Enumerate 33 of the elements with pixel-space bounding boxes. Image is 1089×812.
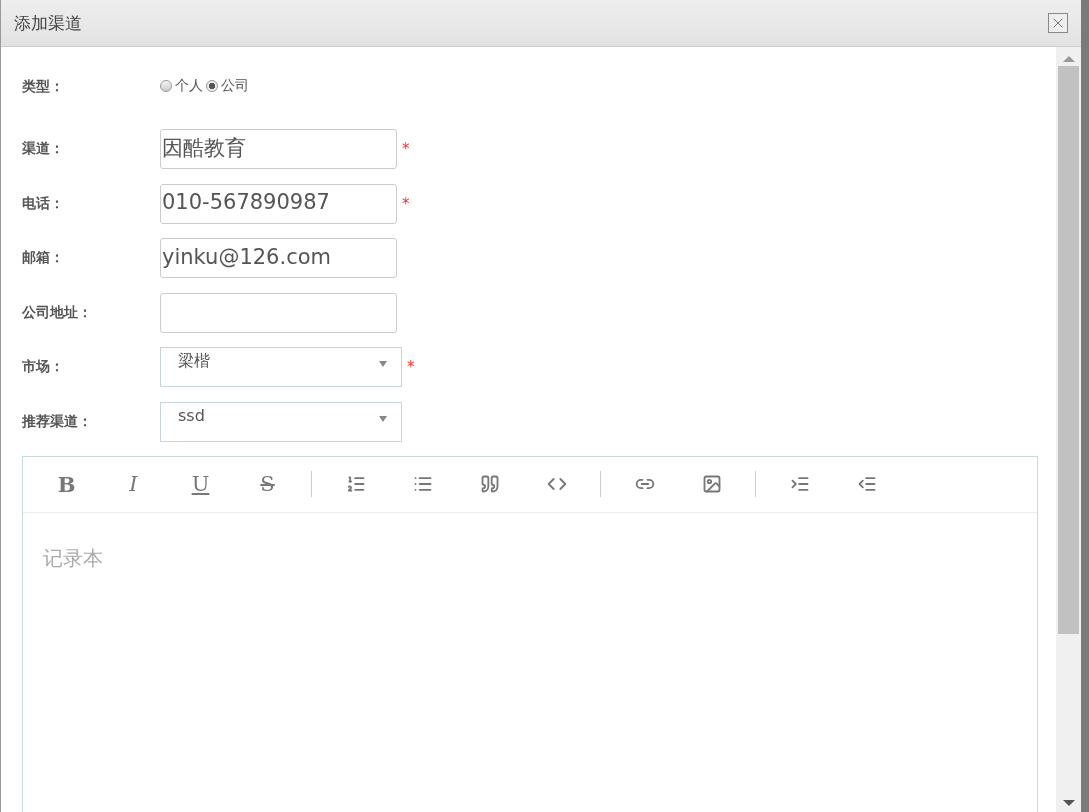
input-field[interactable]: 010-567890987: [160, 183, 397, 224]
strike-button[interactable]: S: [244, 469, 291, 500]
radio-label: 公司: [221, 77, 249, 95]
scrollbar[interactable]: [1056, 47, 1081, 812]
underline-button[interactable]: U: [177, 469, 224, 500]
ordered-list-icon: [345, 474, 366, 495]
image-icon: [701, 474, 722, 495]
field-label: 渠道：: [22, 140, 65, 158]
field-label: 电话：: [22, 194, 65, 213]
quote-icon: [479, 474, 500, 495]
field-label: 邮箱：: [22, 249, 65, 268]
input-field[interactable]: 因酷教育: [160, 129, 397, 169]
required-mark: *: [402, 194, 410, 213]
input-field[interactable]: yinku@126.com: [160, 238, 397, 279]
italic-button[interactable]: I: [110, 469, 157, 500]
required-mark: *: [407, 358, 415, 377]
bold-button[interactable]: B: [43, 469, 90, 500]
required-mark: *: [402, 140, 410, 158]
caret-icon: [379, 361, 387, 368]
dialog-title: 添加渠道: [14, 11, 82, 35]
radio-button[interactable]: [206, 80, 218, 92]
select-field[interactable]: 梁楷: [160, 347, 402, 388]
field-label: 公司地址：: [22, 303, 93, 322]
field-label: 推荐渠道：: [22, 412, 93, 431]
field-label: 类型：: [22, 78, 65, 96]
input-field[interactable]: [160, 292, 397, 333]
field-label: 市场：: [22, 358, 65, 377]
radio-button[interactable]: [160, 80, 172, 92]
caret-icon: [379, 415, 387, 422]
editor-placeholder: 记录本: [43, 545, 103, 570]
radio-label: 个人: [175, 77, 203, 95]
select-field[interactable]: ssd: [160, 401, 402, 442]
close-button[interactable]: [1048, 13, 1068, 33]
